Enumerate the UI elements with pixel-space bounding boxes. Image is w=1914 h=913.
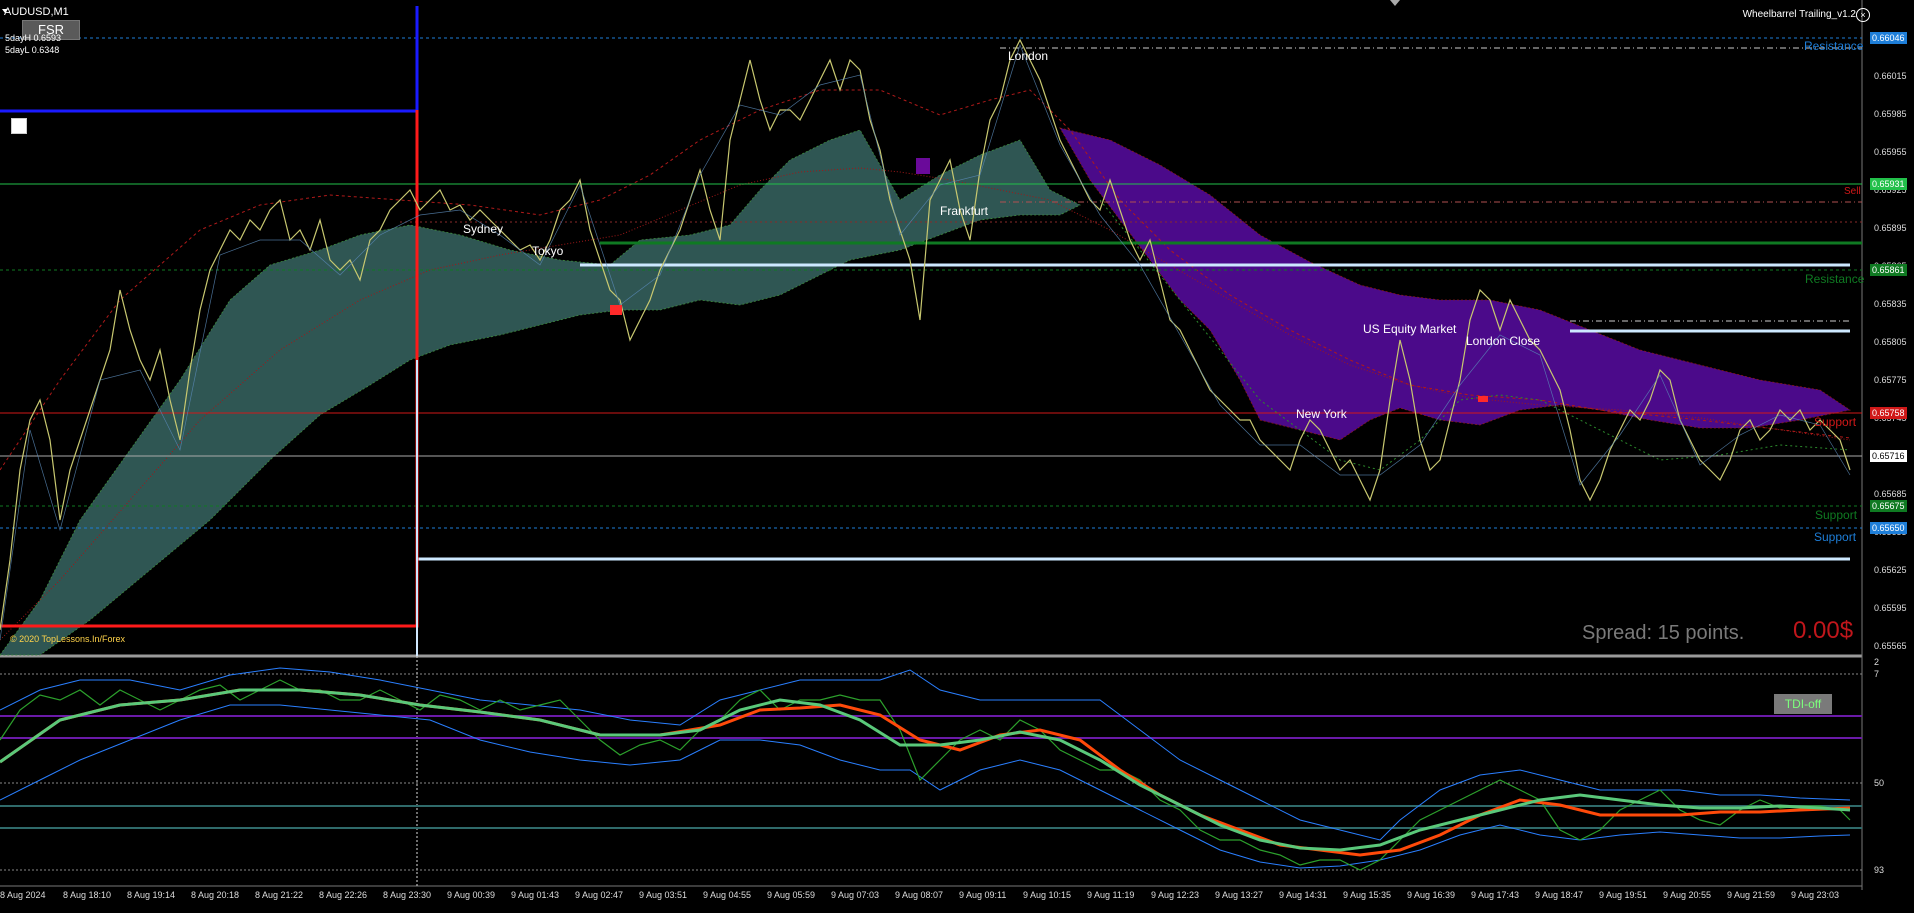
- price-tag: 0.65931: [1870, 178, 1907, 190]
- time-axis-label: 8 Aug 23:30: [383, 890, 432, 900]
- tdi-off-button[interactable]: TDI-off: [1774, 694, 1832, 714]
- label-sell: Sell: [1844, 186, 1861, 197]
- sub-axis-label: 93: [1874, 865, 1885, 875]
- session-london-close: London Close: [1466, 334, 1541, 348]
- price-tag: 0.65861: [1870, 264, 1907, 276]
- time-axis-label: 9 Aug 12:23: [1151, 890, 1200, 900]
- time-axis-label: 9 Aug 00:39: [447, 890, 496, 900]
- chart-canvas[interactable]: [0, 0, 1914, 908]
- time-axis-label: 9 Aug 17:43: [1471, 890, 1520, 900]
- five-day-low-label: 5dayL 0.6348: [5, 45, 60, 55]
- indicator-name: Wheelbarrel Trailing_v1.2: [1742, 9, 1856, 20]
- signal-mark-red-2: [1478, 396, 1488, 402]
- time-axis-label: 9 Aug 18:47: [1535, 890, 1584, 900]
- time-axis-label: 9 Aug 03:51: [639, 890, 688, 900]
- time-axis-label: 9 Aug 05:59: [767, 890, 816, 900]
- copyright-text: © 2020 TopLessons.In/Forex: [10, 634, 126, 644]
- price-axis-label: 0.65805: [1874, 337, 1907, 347]
- time-axis-label: 9 Aug 11:19: [1087, 890, 1135, 900]
- time-axis-label: 8 Aug 21:22: [255, 890, 304, 900]
- close-icon[interactable]: ×: [1856, 8, 1870, 22]
- session-new-york: New York: [1296, 407, 1347, 421]
- price-axis-label: 0.65895: [1874, 223, 1907, 233]
- label-support-blue: Support: [1814, 530, 1857, 544]
- sub-axis-label: 7: [1874, 669, 1880, 679]
- signal-mark-purple: [916, 158, 930, 174]
- time-axis-label: 8 Aug 18:10: [63, 890, 112, 900]
- time-axis-label: 8 Aug 20:18: [191, 890, 240, 900]
- session-sydney: Sydney: [463, 222, 504, 236]
- price-axis-label: 0.65625: [1874, 565, 1907, 575]
- label-support-red: Support: [1814, 415, 1857, 429]
- price-axis-label: 0.65685: [1874, 489, 1907, 499]
- price-tag: 0.66046: [1870, 32, 1907, 44]
- time-axis-label: 8 Aug 2024: [0, 890, 46, 900]
- scroll-top-arrow-icon[interactable]: [1390, 0, 1400, 6]
- time-axis-label: 9 Aug 15:35: [1343, 890, 1392, 900]
- time-axis-label: 9 Aug 13:27: [1215, 890, 1264, 900]
- price-tag: 0.65675: [1870, 500, 1907, 512]
- session-london: London: [1008, 49, 1049, 63]
- symbol-label: AUDUSD,M1: [4, 6, 69, 18]
- label-resistance-blue: Resistance: [1804, 39, 1864, 53]
- price-axis-label: 0.65985: [1874, 109, 1907, 119]
- time-axis-label: 9 Aug 21:59: [1727, 890, 1776, 900]
- toggle-checkbox[interactable]: [11, 118, 27, 134]
- session-us-equity-market: US Equity Market: [1363, 322, 1457, 336]
- five-day-high-label: 5dayH 0.6593: [5, 33, 62, 43]
- time-axis-label: 9 Aug 23:03: [1791, 890, 1840, 900]
- time-axis-label: 9 Aug 07:03: [831, 890, 880, 900]
- price-tag: 0.65716: [1870, 450, 1907, 462]
- time-axis-label: 9 Aug 10:15: [1023, 890, 1072, 900]
- time-axis-label: 8 Aug 22:26: [319, 890, 368, 900]
- price-axis-label: 0.65565: [1874, 641, 1907, 651]
- symbol-dropdown-icon[interactable]: [2, 9, 8, 13]
- session-frankfurt: Frankfurt: [940, 204, 989, 218]
- label-support-green: Support: [1815, 508, 1858, 522]
- time-axis-label: 9 Aug 04:55: [703, 890, 752, 900]
- time-axis-label: 9 Aug 09:11: [959, 890, 1007, 900]
- label-resistance-green: Resistance: [1805, 272, 1865, 286]
- time-axis-label: 9 Aug 14:31: [1279, 890, 1328, 900]
- signal-mark-red-1: [610, 305, 622, 315]
- price-axis-label: 0.65955: [1874, 147, 1907, 157]
- time-axis-label: 9 Aug 02:47: [575, 890, 624, 900]
- price-axis-label: 0.65835: [1874, 299, 1907, 309]
- time-axis-label: 9 Aug 08:07: [895, 890, 944, 900]
- spread-text: Spread: 15 points.: [1582, 622, 1745, 644]
- time-axis-label: 9 Aug 01:43: [511, 890, 560, 900]
- price-tag: 0.65650: [1870, 522, 1907, 534]
- price-axis-label: 0.65775: [1874, 375, 1907, 385]
- sub-axis-label: 2: [1874, 657, 1880, 667]
- time-axis-label: 8 Aug 19:14: [127, 890, 176, 900]
- time-axis-label: 9 Aug 19:51: [1599, 890, 1648, 900]
- price-axis-label: 0.65595: [1874, 603, 1907, 613]
- session-tokyo: Tokyo: [532, 244, 564, 258]
- price-axis-label: 0.66015: [1874, 71, 1907, 81]
- time-axis-label: 9 Aug 16:39: [1407, 890, 1456, 900]
- spread-value: 0.00$: [1793, 617, 1854, 644]
- sub-axis-label: 50: [1874, 778, 1885, 788]
- price-tag: 0.65758: [1870, 407, 1907, 419]
- time-axis-label: 9 Aug 20:55: [1663, 890, 1712, 900]
- chart-window[interactable]: AUDUSD,M1 FSR 5dayH 0.6593 5dayL 0.6348 …: [0, 0, 1914, 908]
